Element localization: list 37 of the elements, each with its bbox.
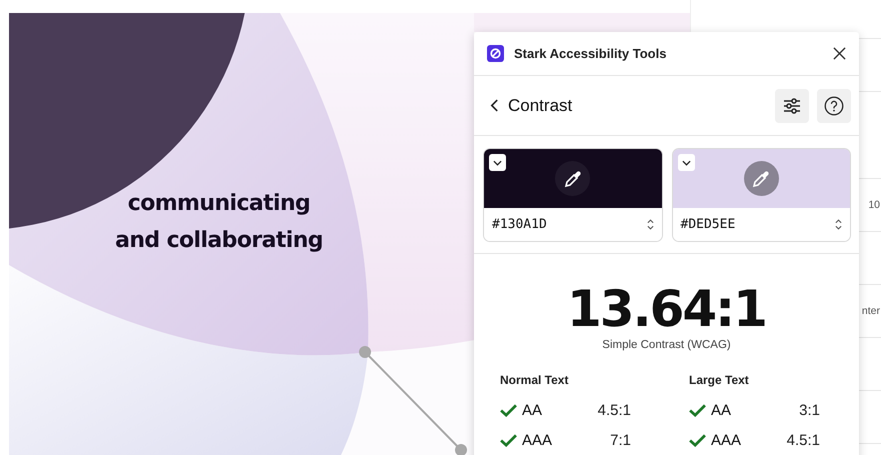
close-icon [833, 46, 846, 60]
chevron-down-icon [682, 160, 690, 166]
ratio-target: 4.5:1 [786, 432, 820, 448]
group-title: Large Text [689, 373, 750, 387]
dropdown-button[interactable] [489, 154, 506, 171]
help-icon [824, 96, 844, 116]
chevron-down-icon [493, 160, 502, 166]
eyedropper-icon [751, 168, 772, 188]
property-value: nter [862, 305, 880, 317]
dropdown-button[interactable] [678, 154, 694, 171]
color-swatch[interactable] [484, 149, 662, 208]
ratio-target: 4.5:1 [598, 402, 631, 418]
ratio-target: 7:1 [610, 432, 631, 448]
sliders-icon [782, 96, 802, 116]
stepper-icon [646, 219, 654, 230]
grade-label: AAA [711, 432, 742, 448]
heading-line: communicating [128, 190, 310, 218]
contrast-ratio: 13.64:1 [567, 281, 766, 337]
ratio-target: 3:1 [799, 402, 820, 418]
grade-label: AA [711, 402, 732, 418]
back-button[interactable]: Contrast [490, 96, 767, 116]
eyedropper-button[interactable] [555, 161, 590, 196]
help-button[interactable] [817, 88, 851, 122]
color-swatch[interactable] [672, 149, 850, 208]
eyedropper-icon [562, 168, 583, 188]
group-title: Normal Text [500, 373, 570, 387]
heading-line: and collaborating [115, 227, 323, 255]
grade-label: AA [522, 402, 544, 418]
chevron-left-icon [490, 98, 499, 113]
grade-label: AAA [522, 432, 554, 448]
method-label: Simple Contrast (WCAG) [602, 339, 731, 351]
app-logo-icon [487, 45, 504, 62]
window-title: Stark Accessibility Tools [514, 46, 668, 61]
close-button[interactable] [833, 46, 847, 60]
settings-button[interactable] [775, 88, 809, 122]
stepper-icon [835, 219, 842, 230]
property-value: 10 [868, 199, 880, 211]
